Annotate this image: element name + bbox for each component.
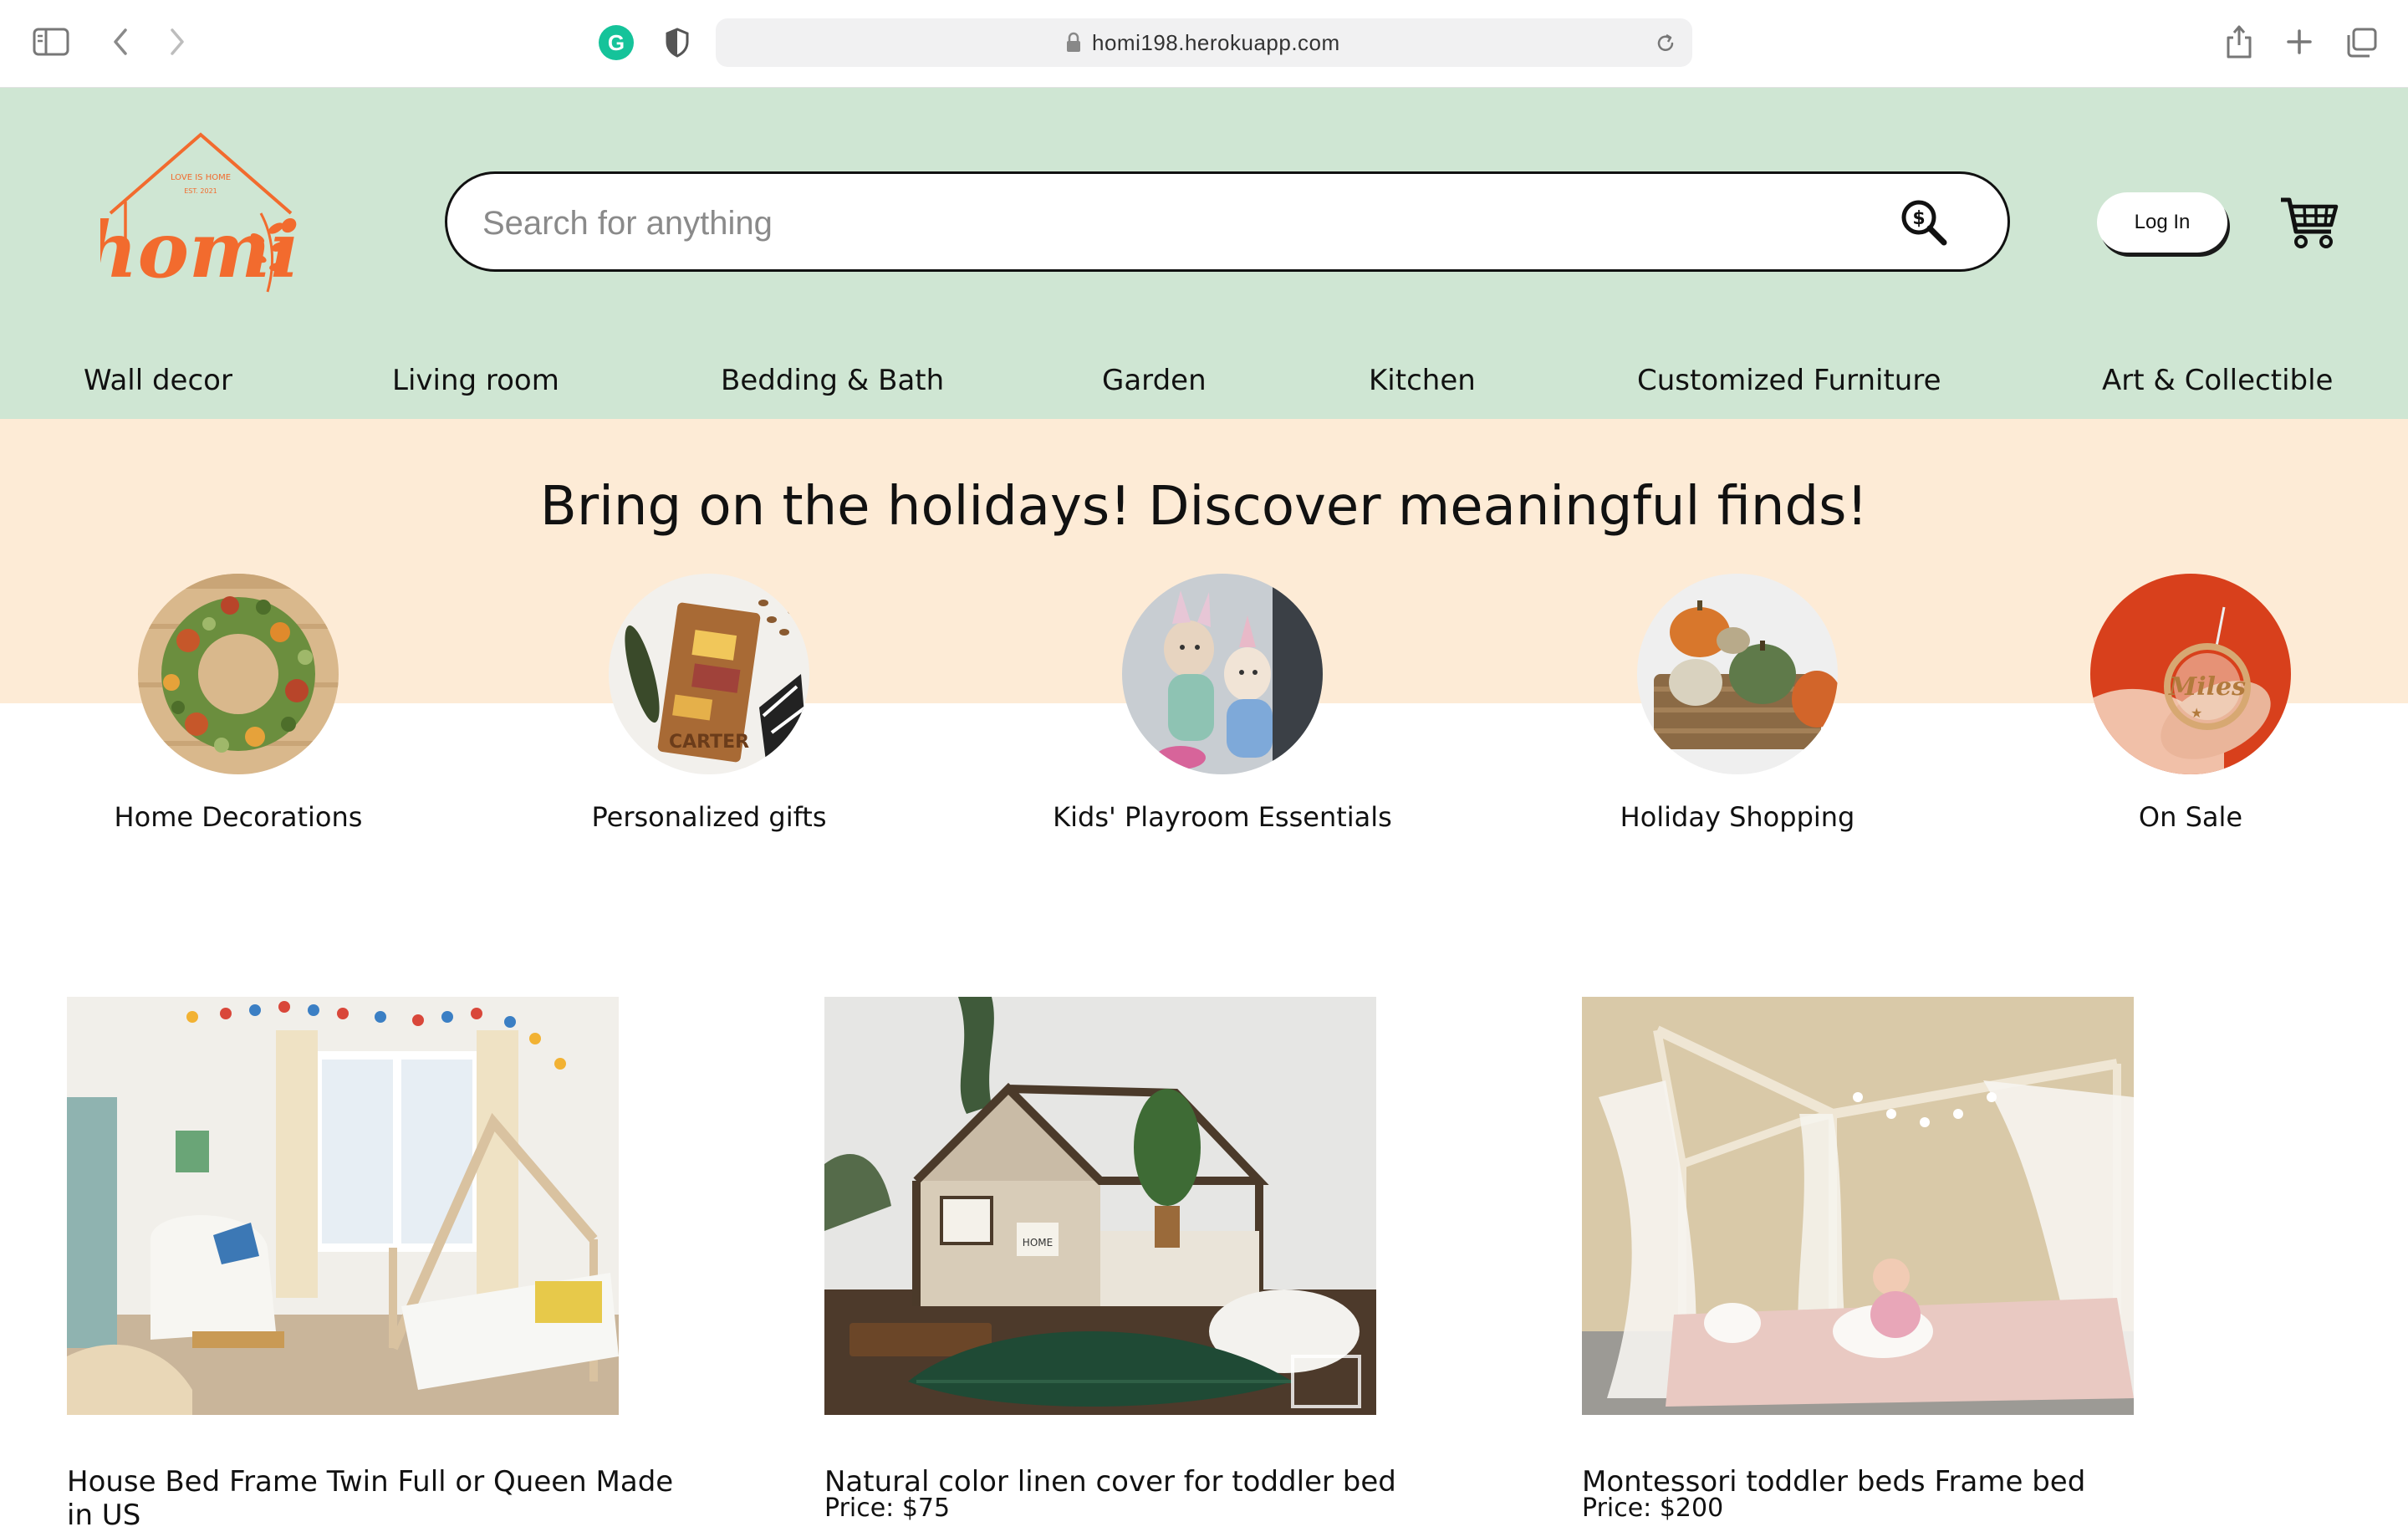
share-icon[interactable] bbox=[2221, 22, 2258, 62]
nav-item-wall-decor[interactable]: Wall decor bbox=[84, 364, 232, 397]
forward-arrow-icon[interactable] bbox=[161, 23, 194, 60]
category-on-sale-label[interactable]: On Sale bbox=[1956, 801, 2408, 833]
product-sign-text: HOME bbox=[1023, 1237, 1053, 1249]
category-home-decorations-label[interactable]: Home Decorations bbox=[4, 801, 472, 833]
tab-overview-icon[interactable] bbox=[2343, 25, 2380, 60]
category-holiday-shopping-image[interactable] bbox=[1637, 574, 1838, 774]
product-price-linen-cover: Price: $75 bbox=[824, 1494, 951, 1523]
category-on-sale-image[interactable]: Miles ★ bbox=[2090, 574, 2291, 774]
nav-item-art-collectible[interactable]: Art & Collectible bbox=[2102, 364, 2333, 397]
category-kids-playroom-label[interactable]: Kids' Playroom Essentials bbox=[988, 801, 1457, 833]
category-personalized-gifts-label[interactable]: Personalized gifts bbox=[475, 801, 943, 833]
product-image-house-bed[interactable] bbox=[67, 997, 619, 1415]
lock-icon bbox=[1065, 32, 1082, 54]
homi-logo[interactable]: LOVE IS HOME EST. 2021 homi bbox=[82, 128, 301, 304]
nav-item-customized-furniture[interactable]: Customized Furniture bbox=[1637, 364, 1941, 397]
new-tab-icon[interactable] bbox=[2281, 23, 2318, 60]
site-header: LOVE IS HOME EST. 2021 homi $ Log In bbox=[0, 88, 2408, 419]
product-price-montessori-bed: Price: $200 bbox=[1582, 1494, 1724, 1523]
category-home-decorations-image[interactable] bbox=[138, 574, 339, 774]
logo-est-text: EST. 2021 bbox=[184, 187, 217, 195]
nav-item-garden[interactable]: Garden bbox=[1102, 364, 1207, 397]
privacy-shield-icon[interactable] bbox=[661, 25, 694, 60]
sidebar-toggle-icon[interactable] bbox=[30, 25, 72, 59]
category-kids-playroom-image[interactable] bbox=[1122, 574, 1323, 774]
back-arrow-icon[interactable] bbox=[104, 23, 137, 60]
category-personalized-gifts-image[interactable]: CARTER bbox=[609, 574, 809, 774]
board-engraving-text: CARTER bbox=[669, 732, 749, 753]
logo-arc-text: LOVE IS HOME bbox=[171, 173, 231, 182]
product-image-montessori-bed[interactable] bbox=[1582, 997, 2134, 1415]
product-image-linen-cover[interactable]: HOME bbox=[824, 997, 1376, 1415]
product-title-house-bed[interactable]: House Bed Frame Twin Full or Queen Made … bbox=[67, 1465, 702, 1532]
svg-text:$: $ bbox=[1912, 208, 1925, 229]
nav-item-bedding-bath[interactable]: Bedding & Bath bbox=[721, 364, 944, 397]
grammarly-extension-icon[interactable]: G bbox=[599, 25, 634, 60]
promo-title: Bring on the holidays! Discover meaningf… bbox=[539, 476, 1869, 538]
search-bar: $ bbox=[445, 171, 2010, 272]
reload-icon[interactable] bbox=[1654, 32, 1677, 55]
url-text: homi198.herokuapp.com bbox=[1092, 30, 1340, 55]
ornament-text: Miles bbox=[2168, 672, 2246, 702]
search-icon[interactable]: $ bbox=[1900, 199, 1947, 246]
category-holiday-shopping-label[interactable]: Holiday Shopping bbox=[1503, 801, 1972, 833]
browser-toolbar: G homi198.herokuapp.com bbox=[0, 0, 2408, 88]
nav-item-living-room[interactable]: Living room bbox=[392, 364, 559, 397]
login-button[interactable]: Log In bbox=[2097, 192, 2227, 253]
shopping-cart-icon[interactable] bbox=[2279, 195, 2339, 250]
address-bar[interactable]: homi198.herokuapp.com bbox=[716, 18, 1692, 67]
category-nav: Wall decor Living room Bedding & Bath Ga… bbox=[0, 364, 2408, 419]
search-input[interactable] bbox=[481, 189, 1872, 258]
nav-item-kitchen[interactable]: Kitchen bbox=[1369, 364, 1476, 397]
svg-text:★: ★ bbox=[2191, 705, 2202, 721]
